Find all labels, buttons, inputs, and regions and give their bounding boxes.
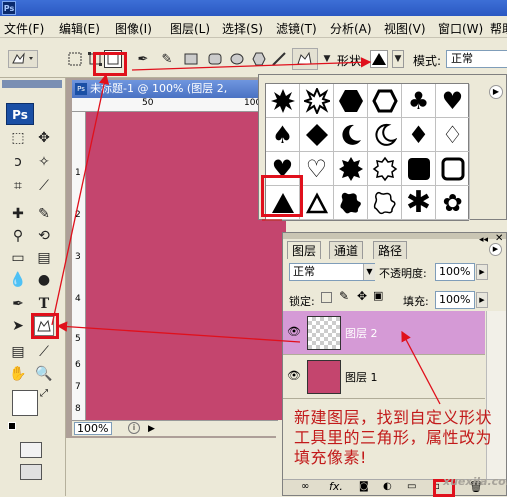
- arrow-tool-to-options: [51, 73, 110, 326]
- watermark: xuexila.com: [443, 475, 507, 488]
- arrow-note-to-layer: [401, 330, 441, 405]
- annotation-note: 新建图层，找到自定义形状工具里的三角形，属性改为填充像素!: [294, 408, 493, 467]
- arrow-fill-to-shape: [131, 57, 372, 71]
- arrow-layer-to-tool: [56, 321, 301, 343]
